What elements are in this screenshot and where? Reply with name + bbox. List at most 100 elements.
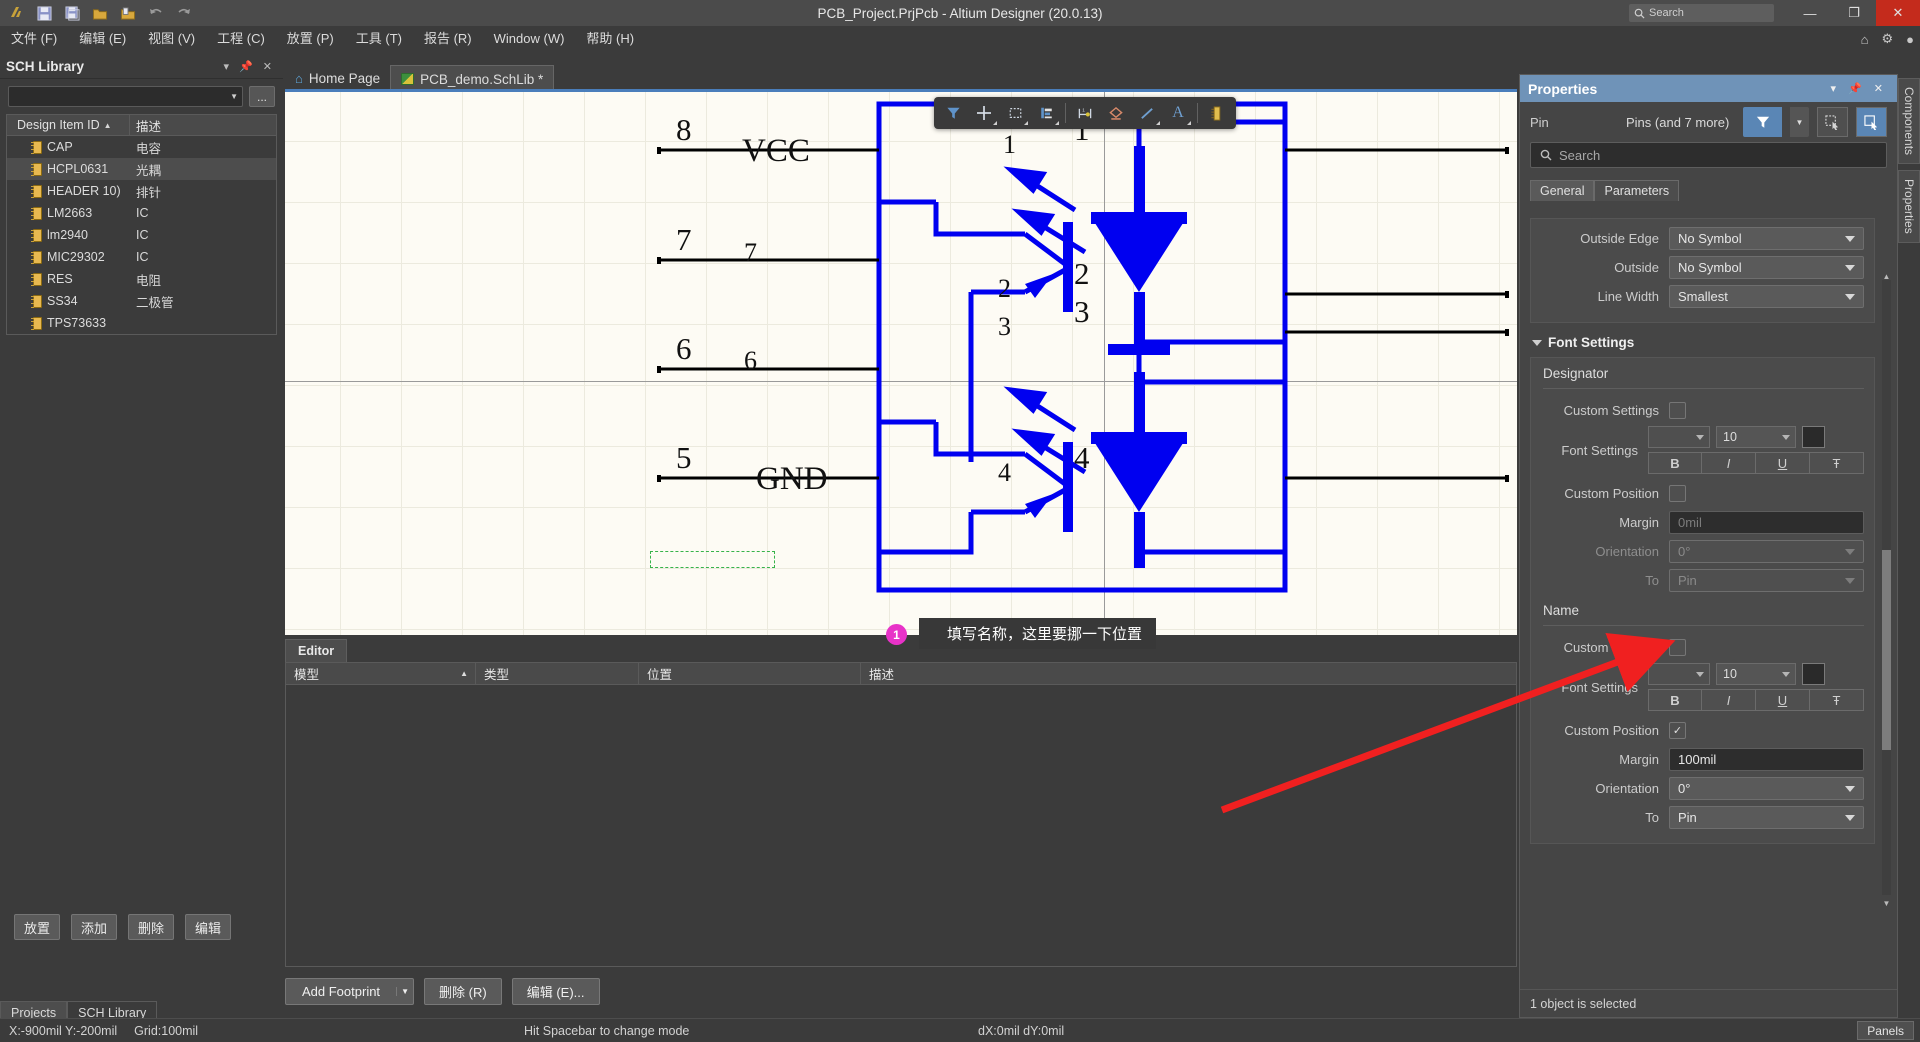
menu-help[interactable]: 帮助 (H) [575, 26, 645, 52]
schematic-canvas[interactable]: VCC GND 8 7 6 5 7 6 1 2 3 4 1 2 3 4 [285, 92, 1517, 635]
name-custom-position-checkbox[interactable]: ✓ [1669, 722, 1686, 739]
line-icon[interactable] [1132, 100, 1162, 126]
edit-button[interactable]: 编辑 [185, 914, 231, 940]
chevron-down-icon[interactable]: ▼ [396, 987, 413, 996]
maximize-button[interactable]: ❐ [1832, 0, 1876, 26]
design-item-row[interactable]: RES 电阻 [7, 268, 276, 290]
scrollbar-thumb[interactable] [1882, 550, 1891, 750]
menu-project[interactable]: 工程 (C) [206, 26, 276, 52]
ic-body-icon[interactable] [1202, 100, 1232, 126]
tab-parameters[interactable]: Parameters [1594, 180, 1680, 201]
pin-icon[interactable]: 📌 [234, 60, 258, 73]
design-item-row[interactable]: HEADER 10) 排针 [7, 180, 276, 202]
column-header-description[interactable]: 描述 [130, 116, 276, 135]
dock-tab-components[interactable]: Components [1898, 78, 1920, 165]
pin-icon[interactable]: 📌 [1842, 82, 1868, 95]
menu-place[interactable]: 放置 (P) [276, 26, 345, 52]
outside-select[interactable]: No Symbol [1669, 256, 1864, 279]
column-header-model[interactable]: 模型 ▲ [286, 663, 476, 684]
place-part-icon[interactable] [1101, 100, 1131, 126]
add-footprint-button[interactable]: Add Footprint ▼ [285, 978, 415, 1005]
name-strikethrough-button[interactable]: Ŧ [1810, 689, 1864, 711]
designator-strikethrough-button[interactable]: Ŧ [1810, 452, 1864, 474]
name-font-size-select[interactable]: 10 [1716, 663, 1796, 685]
name-to-select[interactable]: Pin [1669, 806, 1864, 829]
line-width-select[interactable]: Smallest [1669, 285, 1864, 308]
column-header-description[interactable]: 描述 [861, 663, 1516, 684]
chevron-down-icon[interactable]: ▾ [1825, 82, 1843, 95]
font-settings-section-title[interactable]: Font Settings [1532, 335, 1875, 350]
delete-model-button[interactable]: 删除 (R) [424, 978, 502, 1005]
design-item-row[interactable]: SS34 二极管 [7, 290, 276, 312]
designator-custom-position-checkbox[interactable] [1669, 485, 1686, 502]
design-item-row[interactable]: MIC29302 IC [7, 246, 276, 268]
user-icon[interactable]: ● [1906, 32, 1914, 47]
minimize-button[interactable]: — [1788, 0, 1832, 26]
designator-underline-button[interactable]: U [1756, 452, 1810, 474]
designator-bold-button[interactable]: B [1648, 452, 1702, 474]
designator-to-select[interactable]: Pin [1669, 569, 1864, 592]
align-icon[interactable] [1031, 100, 1061, 126]
name-font-family-select[interactable] [1648, 663, 1710, 685]
designator-margin-input[interactable]: 0mil [1669, 511, 1864, 534]
design-item-row[interactable]: LM2663 IC [7, 202, 276, 224]
outside-edge-select[interactable]: No Symbol [1669, 227, 1864, 250]
menu-tools[interactable]: 工具 (T) [345, 26, 413, 52]
name-bold-button[interactable]: B [1648, 689, 1702, 711]
properties-search-input[interactable]: Search [1530, 142, 1887, 168]
close-button[interactable]: ✕ [1876, 0, 1920, 26]
tab-general[interactable]: General [1530, 180, 1595, 201]
name-font-color-swatch[interactable] [1802, 663, 1825, 685]
scroll-down-arrow[interactable]: ▼ [1881, 898, 1892, 909]
menu-file[interactable]: 文件 (F) [0, 26, 68, 52]
dock-tab-properties[interactable]: Properties [1898, 170, 1920, 243]
doc-tab-home-page[interactable]: ⌂ Home Page [285, 65, 390, 92]
chevron-down-icon[interactable]: ▾ [219, 60, 235, 73]
edit-model-button[interactable]: 编辑 (E)... [511, 978, 600, 1005]
menu-edit[interactable]: 编辑 (E) [68, 26, 137, 52]
design-item-row[interactable]: CAP 电容 [7, 136, 276, 158]
global-search-input[interactable]: Search [1629, 4, 1774, 22]
designator-orientation-select[interactable]: 0° [1669, 540, 1864, 563]
select-inside-area-icon[interactable] [1817, 107, 1848, 137]
column-header-location[interactable]: 位置 [639, 663, 861, 684]
library-combo[interactable]: ▼ [8, 86, 243, 107]
home-icon[interactable]: ⌂ [1861, 32, 1869, 47]
delete-button[interactable]: 删除 [128, 914, 174, 940]
menu-window[interactable]: Window (W) [483, 26, 576, 52]
undo-icon[interactable] [146, 3, 166, 23]
close-icon[interactable]: ✕ [258, 60, 277, 73]
filter-dropdown-icon[interactable]: ▼ [1790, 107, 1809, 137]
designator-font-family-select[interactable] [1648, 426, 1710, 448]
design-item-row[interactable]: HCPL0631 光耦 [7, 158, 276, 180]
panels-button[interactable]: Panels [1857, 1021, 1914, 1040]
add-button[interactable]: 添加 [71, 914, 117, 940]
close-icon[interactable]: ✕ [1868, 82, 1889, 95]
design-item-row[interactable]: lm2940 IC [7, 224, 276, 246]
crosshair-place-icon[interactable] [969, 100, 999, 126]
save-all-icon[interactable] [62, 3, 82, 23]
designator-font-size-select[interactable]: 10 [1716, 426, 1796, 448]
column-header-design-item-id[interactable]: Design Item ID ▲ [7, 114, 130, 136]
filter-icon[interactable] [1743, 107, 1782, 137]
designator-font-color-swatch[interactable] [1802, 426, 1825, 448]
editor-tab[interactable]: Editor [285, 639, 348, 662]
rectangle-icon[interactable] [1000, 100, 1030, 126]
designator-custom-settings-checkbox[interactable] [1669, 402, 1686, 419]
doc-tab-pcb-demo-schlib[interactable]: PCB_demo.SchLib * [390, 65, 555, 92]
menu-reports[interactable]: 报告 (R) [413, 26, 483, 52]
redo-icon[interactable] [174, 3, 194, 23]
place-pin-icon[interactable]: 1 [1070, 100, 1100, 126]
designator-italic-button[interactable]: I [1702, 452, 1756, 474]
open-project-icon[interactable] [118, 3, 138, 23]
altium-logo-icon[interactable] [6, 3, 26, 23]
filter-icon[interactable] [938, 100, 968, 126]
name-italic-button[interactable]: I [1702, 689, 1756, 711]
name-underline-button[interactable]: U [1756, 689, 1810, 711]
properties-scrollbar[interactable] [1882, 280, 1891, 895]
select-touching-area-icon[interactable] [1856, 107, 1887, 137]
column-header-type[interactable]: 类型 [476, 663, 639, 684]
open-icon[interactable] [90, 3, 110, 23]
library-browse-button[interactable]: ... [249, 86, 275, 107]
place-button[interactable]: 放置 [14, 914, 60, 940]
